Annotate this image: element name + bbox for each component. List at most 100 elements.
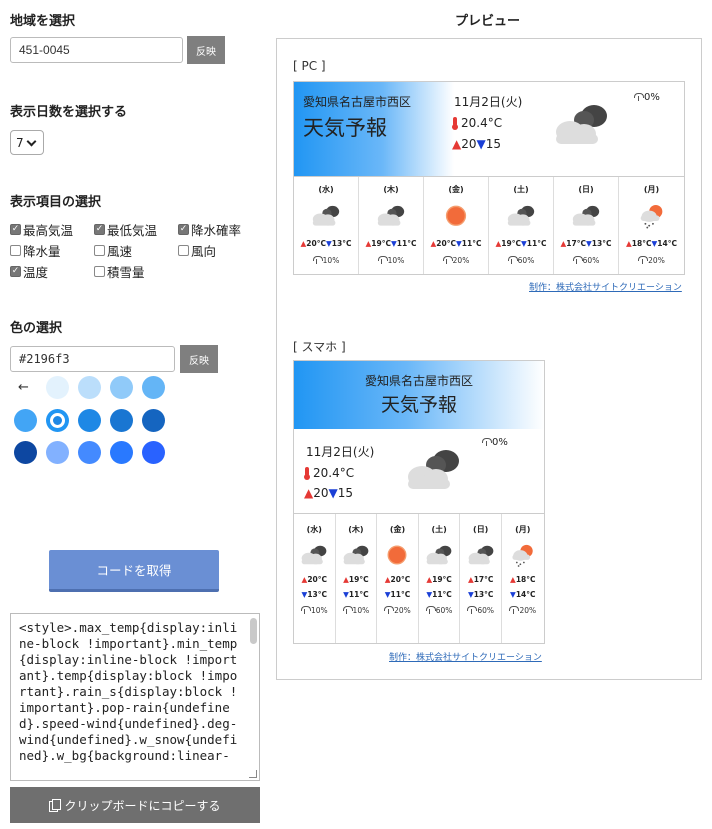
color-swatch[interactable] (78, 376, 101, 399)
cloudy-icon (343, 545, 369, 565)
day-low: 13°C (591, 238, 612, 248)
weekday: (日) (578, 185, 594, 194)
weekday: (日) (473, 525, 489, 534)
umbrella-icon (572, 255, 583, 264)
location-name: 愛知県名古屋市西区 (364, 374, 473, 388)
day-pop: 20% (502, 606, 544, 615)
credit-link-pc[interactable]: 制作：株式会社サイトクリエーション (529, 280, 682, 293)
region-input[interactable] (10, 37, 183, 63)
color-swatch[interactable] (142, 409, 165, 432)
color-swatch[interactable] (142, 441, 165, 464)
checkbox-label: 降水量 (23, 244, 61, 259)
day-pop-value: 20% (519, 606, 537, 615)
day-pop-value: 10% (352, 606, 370, 615)
checkbox-label: 降水確率 (191, 223, 242, 238)
forecast-day: (日) ▲17°C▼13°C 60% (554, 177, 619, 274)
forecast-day: (木) ▲19°C▼11°C 10% (359, 177, 424, 274)
color-swatch[interactable] (46, 441, 69, 464)
checkbox-empty-icon (94, 266, 105, 277)
weekday: (月) (643, 185, 660, 194)
copy-icon (49, 799, 62, 812)
today-date: 11月2日(火) (306, 445, 375, 459)
weekday: (金) (448, 185, 464, 194)
day-icon (554, 203, 618, 233)
hi-lo: ▲20°C (294, 575, 335, 584)
smartphone-label: [ スマホ ] (293, 340, 346, 354)
day-high: 19°C (432, 575, 452, 584)
umbrella-icon (509, 606, 520, 614)
up-arrow-icon: ▲ (452, 137, 462, 151)
copy-button[interactable]: クリップボードにコピーする (10, 787, 260, 823)
day-pop: 10% (294, 255, 358, 265)
get-code-button[interactable]: コードを取得 (49, 550, 219, 592)
day-low: 14°C (657, 238, 677, 248)
chevron-down-icon (26, 136, 37, 146)
forecast-day: (水) ▲20°C ▼13°C 10% (294, 514, 336, 643)
cloudy-icon (408, 450, 459, 489)
day-low: 11°C (390, 590, 411, 599)
pc-weather-widget: 愛知県名古屋市西区 天気予報 11月2日(火) 20.4°C ▲20▼15 0%… (293, 81, 685, 275)
items-title: 表示項目の選択 (10, 195, 102, 210)
checkbox-pop[interactable]: ✓ 降水確率 (178, 220, 241, 239)
checkbox-snow[interactable]: 積雪量 (94, 262, 145, 281)
umbrella-icon (342, 606, 353, 614)
day-high: 17°C (473, 575, 494, 584)
day-pop: 60% (489, 255, 553, 265)
day-icon (460, 543, 501, 571)
forecast-row: (水) ▲20°C▼13°C 10% (木) ▲19°C▼11°C 10% (金) … (294, 176, 684, 274)
weekday: (水) (306, 525, 322, 534)
color-swatch[interactable] (78, 441, 101, 464)
resize-handle[interactable] (249, 770, 257, 778)
day-pop: 20% (377, 606, 418, 615)
current-temp: 20.4°C (304, 466, 354, 480)
day-pop-value: 60% (517, 255, 535, 265)
color-swatch[interactable] (46, 376, 69, 399)
checkbox-wind-direction[interactable]: 風向 (178, 241, 216, 260)
thermometer-icon (452, 116, 458, 130)
scrollbar[interactable] (250, 618, 257, 644)
day-pop-value: 10% (387, 255, 405, 265)
umbrella-icon (300, 606, 311, 614)
region-apply-button[interactable]: 反映 (187, 36, 225, 64)
color-apply-button[interactable]: 反映 (180, 345, 218, 373)
color-swatch[interactable] (110, 409, 133, 432)
color-swatch[interactable] (110, 376, 133, 399)
hi-lo: ▲20▼15 (452, 137, 501, 151)
days-title: 表示日数を選択する (10, 105, 128, 120)
cloudy-icon (312, 205, 340, 226)
day-low: 11°C (348, 590, 369, 599)
color-swatch[interactable] (14, 409, 37, 432)
color-swatch[interactable] (78, 409, 101, 432)
day-high: 20°C (390, 575, 411, 584)
checkbox-max-temp[interactable]: ✓ 最高気温 (10, 220, 73, 239)
color-swatch[interactable] (110, 441, 133, 464)
forecast-day: (水) ▲20°C▼13°C 10% (294, 177, 359, 274)
checkbox-empty-icon (178, 245, 189, 256)
days-select[interactable]: 7 (10, 130, 44, 155)
hi-lo: ▼11°C (377, 590, 418, 599)
checkbox-min-temp[interactable]: ✓ 最低気温 (94, 220, 157, 239)
day-low: 14°C (515, 590, 536, 599)
color-title: 色の選択 (10, 321, 63, 336)
forecast-day: (日) ▲17°C ▼13°C 60% (460, 514, 502, 643)
day-pop-value: 20% (394, 606, 411, 615)
color-swatch[interactable] (46, 409, 69, 432)
checkbox-wind-speed[interactable]: 風速 (94, 241, 132, 260)
current-temp-value: 20.4°C (461, 116, 503, 130)
color-swatch[interactable] (14, 441, 37, 464)
checkbox-temperature[interactable]: ✓ 温度 (10, 262, 48, 281)
checkbox-rainfall[interactable]: 降水量 (10, 241, 61, 260)
down-arrow-icon: ▼ (328, 486, 338, 500)
low-temp: 15 (337, 486, 354, 500)
checkbox-label: 積雪量 (107, 265, 145, 280)
up-arrow-icon: ▲ (304, 486, 314, 500)
credit-link-smartphone[interactable]: 制作：株式会社サイトクリエーション (389, 650, 542, 663)
color-input[interactable] (10, 346, 175, 372)
back-arrow-icon[interactable]: ← (18, 380, 29, 395)
color-swatch[interactable] (142, 376, 165, 399)
code-textarea[interactable]: <style>.max_temp{display:inline-block !i… (10, 613, 260, 781)
sun-icon (387, 545, 407, 565)
forecast-day: (土) ▲19°C▼11°C 60% (489, 177, 554, 274)
hi-lo: ▲19°C▼11°C (489, 239, 553, 248)
cloudy-icon (507, 205, 535, 226)
